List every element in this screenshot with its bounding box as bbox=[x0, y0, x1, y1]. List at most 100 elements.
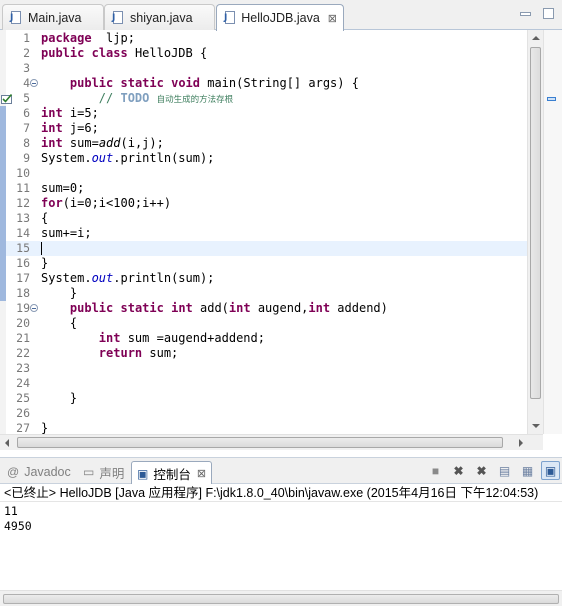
code-line[interactable]: 9 System.out.println(sum); bbox=[0, 151, 527, 166]
line-number: 2 bbox=[23, 46, 30, 60]
code-text: System.out.println(sum); bbox=[41, 271, 215, 285]
scroll-thumb[interactable] bbox=[17, 437, 503, 448]
close-icon[interactable]: ⊠ bbox=[197, 467, 206, 480]
code-line[interactable]: 4 public static void main(String[] args)… bbox=[0, 76, 527, 91]
code-line[interactable]: 1 package ljp; bbox=[0, 31, 527, 46]
code-line[interactable]: 6 int i=5; bbox=[0, 106, 527, 121]
code-line[interactable]: 13 { bbox=[0, 211, 527, 226]
code-text: for(i=0;i<100;i++) bbox=[41, 196, 172, 210]
line-number: 25 bbox=[16, 391, 30, 405]
code-editor[interactable]: 1 package ljp; 2 public class HelloJDB { 3 4 … bbox=[0, 30, 562, 450]
console-status-line: <已终止> HelloJDB [Java 应用程序] F:\jdk1.8.0_4… bbox=[0, 484, 562, 502]
code-text: int j=6; bbox=[41, 121, 99, 135]
code-text: int sum =augend+addend; bbox=[98, 331, 265, 345]
code-line[interactable]: 15 bbox=[0, 241, 527, 256]
code-line[interactable]: 17 System.out.println(sum); bbox=[0, 271, 527, 286]
line-number: 3 bbox=[23, 61, 30, 75]
tab-console[interactable]: ▣ 控制台 ⊠ bbox=[131, 461, 213, 485]
code-text: public static void main(String[] args) { bbox=[69, 76, 359, 90]
scroll-lock-icon[interactable]: ▤ bbox=[495, 461, 514, 480]
line-number: 17 bbox=[16, 271, 30, 285]
scroll-down-icon[interactable] bbox=[532, 424, 540, 428]
line-number: 4 bbox=[23, 76, 30, 90]
line-number: 15 bbox=[16, 241, 30, 255]
line-number: 7 bbox=[23, 121, 30, 135]
code-line[interactable]: 23 bbox=[0, 361, 527, 376]
declaration-icon: ▭ bbox=[83, 465, 95, 479]
fold-collapse-icon[interactable] bbox=[30, 304, 38, 312]
line-number: 22 bbox=[16, 346, 30, 360]
line-number: 13 bbox=[16, 211, 30, 225]
remove-launch-icon[interactable]: ✖ bbox=[449, 461, 468, 480]
code-line[interactable]: 3 bbox=[0, 61, 527, 76]
line-number: 10 bbox=[16, 166, 30, 180]
word-wrap-icon[interactable]: ▦ bbox=[518, 461, 537, 480]
code-line[interactable]: 11 sum=0; bbox=[0, 181, 527, 196]
horizontal-scrollbar[interactable] bbox=[0, 434, 543, 450]
code-line[interactable]: 21 int sum =augend+addend; bbox=[0, 331, 527, 346]
code-text: int i=5; bbox=[41, 106, 99, 120]
scroll-right-icon[interactable] bbox=[519, 439, 523, 447]
line-number: 1 bbox=[23, 31, 30, 45]
scroll-thumb[interactable] bbox=[530, 47, 541, 399]
terminate-icon[interactable]: ■ bbox=[426, 461, 445, 480]
code-line[interactable]: 25 } bbox=[0, 391, 527, 406]
console-output-line: 4950 bbox=[4, 519, 32, 533]
code-line[interactable]: 8 int sum=add(i,j); bbox=[0, 136, 527, 151]
code-line[interactable]: 5 // TODO 自动生成的方法存根 bbox=[0, 91, 527, 106]
code-line[interactable]: 14 sum+=i; bbox=[0, 226, 527, 241]
scroll-left-icon[interactable] bbox=[5, 439, 9, 447]
tab-javadoc[interactable]: @ Javadoc bbox=[2, 461, 76, 483]
javadoc-icon: @ bbox=[7, 465, 20, 479]
code-line[interactable]: 2 public class HelloJDB { bbox=[0, 46, 527, 61]
code-line[interactable]: 24 bbox=[0, 376, 527, 391]
java-file-icon: J bbox=[9, 10, 23, 26]
close-icon[interactable]: ⊠ bbox=[328, 12, 337, 25]
code-text: { bbox=[41, 316, 78, 330]
line-number: 23 bbox=[16, 361, 30, 375]
line-number: 21 bbox=[16, 331, 30, 345]
scroll-up-icon[interactable] bbox=[532, 36, 540, 40]
tab-declaration[interactable]: ▭ 声明 bbox=[78, 461, 129, 483]
code-line[interactable]: 19 public static int add(int augend,int … bbox=[0, 301, 527, 316]
code-text: sum+=i; bbox=[41, 226, 92, 240]
tab-label: HelloJDB.java bbox=[241, 11, 320, 25]
code-line[interactable]: 22 return sum; bbox=[0, 346, 527, 361]
line-number: 9 bbox=[23, 151, 30, 165]
code-text: public class HelloJDB { bbox=[41, 46, 208, 60]
view-tab-bar: @ Javadoc ▭ 声明 ▣ 控制台 ⊠ ■ ✖ ✖ ▤ ▦ ▣ bbox=[0, 457, 562, 485]
show-console-icon[interactable]: ▣ bbox=[541, 461, 560, 480]
line-number: 20 bbox=[16, 316, 30, 330]
tab-label: 控制台 bbox=[153, 468, 191, 482]
code-line[interactable]: 7 int j=6; bbox=[0, 121, 527, 136]
code-line[interactable]: 12 for(i=0;i<100;i++) bbox=[0, 196, 527, 211]
code-text: return sum; bbox=[98, 346, 179, 360]
fold-collapse-icon[interactable] bbox=[30, 79, 38, 87]
line-number: 8 bbox=[23, 136, 30, 150]
tab-hellojdb-java[interactable]: J HelloJDB.java ⊠ bbox=[216, 4, 344, 31]
vertical-scrollbar[interactable] bbox=[527, 30, 543, 434]
tab-main-java[interactable]: J Main.java bbox=[2, 4, 104, 30]
console-horizontal-scrollbar[interactable] bbox=[0, 590, 562, 606]
line-number: 16 bbox=[16, 256, 30, 270]
maximize-button[interactable] bbox=[543, 8, 554, 19]
code-line[interactable]: 16} bbox=[0, 256, 527, 271]
tab-shiyan-java[interactable]: J shiyan.java bbox=[104, 4, 215, 30]
tab-label: Main.java bbox=[28, 10, 82, 25]
java-file-icon: J bbox=[111, 10, 125, 26]
minimize-button[interactable] bbox=[520, 12, 531, 16]
code-line[interactable]: 10 bbox=[0, 166, 527, 181]
window-controls bbox=[520, 8, 554, 19]
console-output[interactable]: 11 4950 bbox=[0, 502, 562, 590]
code-text: } bbox=[41, 391, 78, 405]
code-line[interactable]: 18 } bbox=[0, 286, 527, 301]
scroll-thumb[interactable] bbox=[3, 594, 559, 604]
code-line[interactable]: 26 bbox=[0, 406, 527, 421]
task-overview-marker[interactable] bbox=[547, 97, 556, 101]
code-text: { bbox=[41, 211, 49, 225]
code-text: } bbox=[41, 256, 49, 270]
editor-tab-bar: J Main.java J shiyan.java J HelloJDB.jav… bbox=[0, 0, 562, 31]
code-line[interactable]: 20 { bbox=[0, 316, 527, 331]
java-file-icon: J bbox=[223, 10, 236, 26]
remove-all-terminated-icon[interactable]: ✖ bbox=[472, 461, 491, 480]
